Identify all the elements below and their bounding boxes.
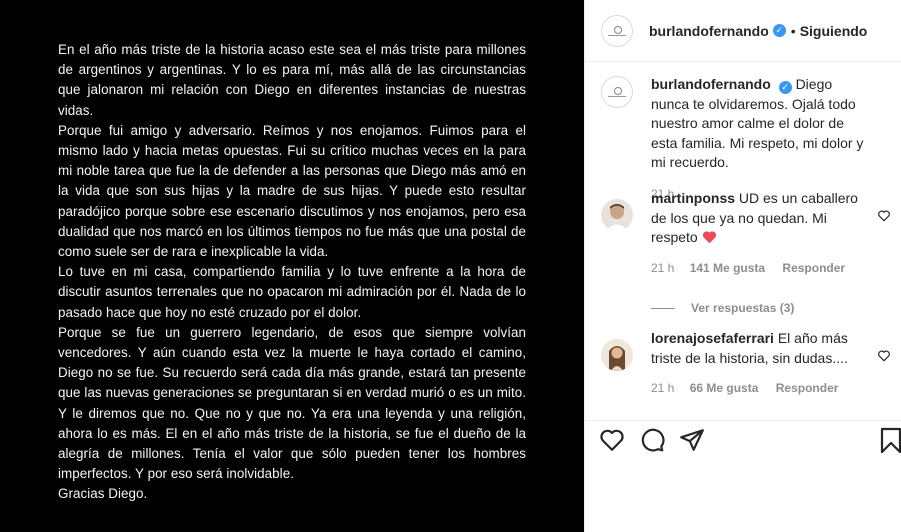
list-item: martinponss UD es un caballero de los qu… [601,189,891,278]
following-button[interactable]: Siguiendo [800,23,868,39]
like-comment-icon[interactable] [877,209,891,223]
caption: burlandofernando ✓ Diego nunca te olvida… [601,65,891,204]
avatar[interactable] [601,339,633,371]
user-photo-icon [601,339,633,371]
avatar[interactable] [601,14,633,47]
comment-time[interactable]: 21 h [651,381,674,395]
red-heart-icon [702,231,716,244]
action-bar [585,420,901,460]
like-comment-icon[interactable] [877,349,891,363]
user-photo-icon [601,199,633,231]
separator-dot: • [790,22,796,39]
post-paragraph: Porque se fue un guerrero legendario, de… [58,324,526,482]
view-replies-button[interactable]: Ver respuestas (3) [651,301,794,315]
comments-list[interactable]: burlandofernando ✓ Diego nunca te olvida… [585,63,901,419]
reply-button[interactable]: Responder [776,381,839,395]
comment-body: martinponss UD es un caballero de los qu… [651,189,871,278]
post-sidebar: burlandofernando ✓ • Siguiendo burlandof… [584,0,901,532]
caption-body: burlandofernando ✓ Diego nunca te olvida… [651,75,871,204]
logo-icon [608,87,626,97]
comment-likes[interactable]: 66 Me gusta [690,381,759,395]
avatar[interactable] [601,76,633,108]
caption-username[interactable]: burlandofernando [651,76,771,92]
heart-emoji [702,229,717,245]
comment-username[interactable]: lorenajosefaferrari [651,330,774,346]
heart-icon[interactable] [599,427,625,453]
comment-meta: 21 h 66 Me gusta Responder [651,379,871,399]
verified-icon: ✓ [772,24,786,37]
header-username[interactable]: burlandofernando [649,23,769,39]
comment-likes[interactable]: 141 Me gusta [690,261,765,275]
view-replies-label: Ver respuestas (3) [691,301,795,315]
comment-time[interactable]: 21 h [651,261,674,275]
post-paragraph: Lo tuve en mi casa, compartiendo familia… [58,264,526,320]
avatar[interactable] [601,199,633,231]
post-image: En el año más triste de la historia acas… [0,0,584,532]
post-paragraph: Gracias Diego. [58,486,148,502]
comment-body: lorenajosefaferrari El año más triste de… [651,329,871,399]
verified-icon: ✓ [778,81,792,94]
bookmark-icon[interactable] [880,427,901,453]
comment-meta: 21 h 141 Me gusta Responder [651,259,871,279]
share-icon[interactable] [679,427,705,453]
post-header: burlandofernando ✓ • Siguiendo [585,0,901,62]
post-paragraph: Porque fui amigo y adversario. Reímos y … [58,122,526,260]
list-item: lorenajosefaferrari El año más triste de… [601,329,891,399]
comment-icon[interactable] [639,427,665,453]
reply-button[interactable]: Responder [782,261,845,275]
divider [651,307,675,309]
logo-icon [608,25,626,36]
post-paragraph: En el año más triste de la historia acas… [58,42,526,118]
comment-username[interactable]: martinponss [651,190,735,206]
